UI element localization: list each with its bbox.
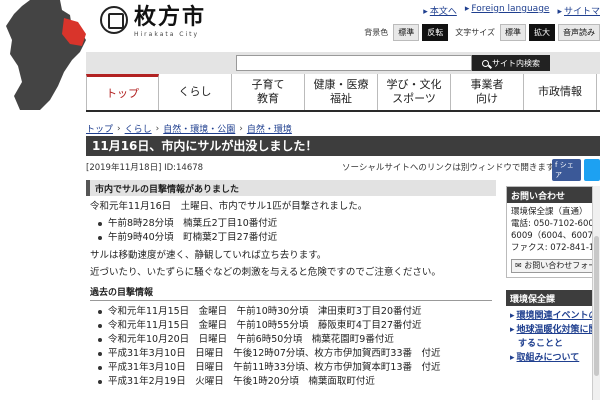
nav-top[interactable]: トップ bbox=[86, 74, 159, 110]
voice-reading-button[interactable]: 音声読み bbox=[558, 24, 600, 41]
city-name: 枚方市 bbox=[134, 4, 207, 30]
twitter-share-button[interactable] bbox=[583, 159, 600, 181]
city-name-english: Hirakata City bbox=[134, 31, 200, 38]
site-header: 枚方市 Hirakata City 本文へ Foreign language サ… bbox=[0, 0, 600, 110]
contact-box: お問い合わせ 環境保全課（直通） 電話: 050-7102-6003 6009（… bbox=[506, 186, 600, 278]
advice-text-2: 近づいたり、いたずらに騒ぐなどの刺激を与えると危険ですのでご注意ください。 bbox=[90, 267, 441, 278]
past-sightings-heading: 過去の目撃情報 bbox=[90, 285, 492, 301]
sitemap-link[interactable]: サイトマ bbox=[557, 4, 600, 17]
breadcrumb-nature-env-park[interactable]: 自然・環境・公園 bbox=[163, 122, 235, 135]
global-warming-link[interactable]: 地球温暖化対策に関する bbox=[510, 323, 596, 337]
scrollbar[interactable] bbox=[592, 186, 600, 400]
site-search-label: サイト内検索 bbox=[492, 58, 540, 68]
chevron-right-icon: › bbox=[117, 123, 121, 134]
breadcrumb: トップ › くらし › 自然・環境・公園 › 自然・環境 bbox=[86, 122, 292, 136]
font-size-label: 文字サイズ bbox=[455, 28, 495, 37]
city-logo[interactable]: 枚方市 Hirakata City bbox=[100, 4, 206, 38]
list-item: 午前8時28分頃 楠葉丘2丁目10番付近 bbox=[98, 217, 496, 231]
chevron-right-icon: › bbox=[239, 123, 243, 134]
city-emblem-icon bbox=[100, 6, 128, 34]
nav-life[interactable]: くらし bbox=[159, 74, 232, 110]
facebook-share-button[interactable]: f シェア bbox=[552, 159, 581, 181]
nav-city-info[interactable]: 市政情報 bbox=[524, 74, 597, 110]
search-input[interactable] bbox=[236, 55, 472, 71]
search-icon bbox=[482, 59, 489, 67]
list-item: 平成31年2月19日 火曜日 午後1時20分頃 楠葉面取町付近 bbox=[98, 375, 496, 389]
nav-culture-sports[interactable]: 学び・文化 スポーツ bbox=[378, 74, 451, 110]
list-item: 令和元年10月20日 日曜日 午前6時50分頃 楠葉花園町9番付近 bbox=[98, 333, 496, 347]
intro-text: 令和元年11月16日 土曜日、市内でサル1匹が目撃されました。 bbox=[90, 201, 368, 212]
list-item: 令和元年11月15日 金曜日 午前10時55分頃 藤阪東町4丁目27番付近 bbox=[98, 319, 496, 333]
foreign-language-link[interactable]: Foreign language bbox=[465, 4, 549, 17]
page-title: 11月16日、市内にサルが出没しました！ bbox=[86, 136, 600, 156]
past-sighting-list: 令和元年11月15日 金曜日 午前10時30分頃 津田東町3丁目20番付近 令和… bbox=[98, 305, 496, 389]
site-search-button[interactable]: サイト内検索 bbox=[472, 55, 550, 71]
global-warming-link-cont[interactable]: することと bbox=[510, 337, 596, 351]
breadcrumb-life[interactable]: くらし bbox=[125, 122, 152, 135]
nav-childcare-education[interactable]: 子育て 教育 bbox=[232, 74, 305, 110]
font-large-button[interactable]: 拡大 bbox=[529, 24, 555, 41]
publish-info: [2019年11月18日] ID:14678 bbox=[86, 163, 204, 173]
main-content: 市内でサルの目撃情報がありました 令和元年11月16日 土曜日、市内でサル1匹が… bbox=[86, 180, 496, 393]
global-nav: トップ くらし 子育て 教育 健康・医療 福祉 学び・文化 スポーツ 事業者 向け 市政… bbox=[86, 74, 600, 112]
bg-inverse-button[interactable]: 反転 bbox=[422, 24, 449, 41]
social-note: ソーシャルサイトへのリンクは別ウィンドウで開きます bbox=[342, 163, 555, 173]
department-links: 環境関連イベントの 地球温暖化対策に関する することと 取組みについて bbox=[506, 306, 600, 368]
font-standard-button[interactable]: 標準 bbox=[500, 24, 526, 41]
breadcrumb-nature-env[interactable]: 自然・環境 bbox=[247, 122, 292, 135]
sighting-list: 午前8時28分頃 楠葉丘2丁目10番付近 午前9時40分頃 町楠葉2丁目27番付… bbox=[98, 217, 496, 245]
list-item: 平成31年3月10日 日曜日 午後12時07分頃、枚方市伊加賀西町33番 付近 bbox=[98, 347, 496, 361]
list-item: 令和元年11月15日 金曜日 午前10時30分頃 津田東町3丁目20番付近 bbox=[98, 305, 496, 319]
list-item: 午前9時40分頃 町楠葉2丁目27番付近 bbox=[98, 231, 496, 245]
skip-to-content-link[interactable]: 本文へ bbox=[423, 4, 457, 17]
contact-details: 環境保全課（直通） 電話: 050-7102-6003 6009（6004、60… bbox=[511, 207, 599, 253]
nav-business[interactable]: 事業者 向け bbox=[451, 74, 524, 110]
breadcrumb-top[interactable]: トップ bbox=[86, 122, 113, 135]
accessibility-tools: 背景色 標準 反転 文字サイズ 標準 拡大 音声読み bbox=[364, 24, 600, 41]
initiatives-link[interactable]: 取組みについて bbox=[510, 351, 596, 365]
nav-health-welfare[interactable]: 健康・医療 福祉 bbox=[305, 74, 378, 110]
bg-color-label: 背景色 bbox=[364, 28, 389, 37]
env-events-link[interactable]: 環境関連イベントの bbox=[510, 309, 596, 323]
header-links: 本文へ Foreign language サイトマ bbox=[423, 4, 600, 17]
advice-text-1: サルは移動速度が速く、静観していれば立ち去ります。 bbox=[90, 250, 327, 261]
social-buttons: f シェア bbox=[552, 159, 600, 181]
bg-standard-button[interactable]: 標準 bbox=[393, 24, 420, 41]
contact-form-button[interactable]: ✉ お問い合わせフォーム bbox=[511, 259, 595, 273]
section-heading: 市内でサルの目撃情報がありました bbox=[86, 180, 496, 196]
contact-title: お問い合わせ bbox=[507, 187, 599, 203]
department-title: 環境保全課 bbox=[506, 290, 600, 306]
sidebar: お問い合わせ 環境保全課（直通） 電話: 050-7102-6003 6009（… bbox=[506, 186, 600, 368]
scrollbar-thumb[interactable] bbox=[594, 236, 599, 376]
chevron-right-icon: › bbox=[155, 123, 160, 134]
search-band: サイト内検索 bbox=[86, 52, 600, 74]
list-item: 平成31年3月10日 日曜日 午前11時33分頃、枚方市伊加賀本町13番 付近 bbox=[98, 361, 496, 375]
